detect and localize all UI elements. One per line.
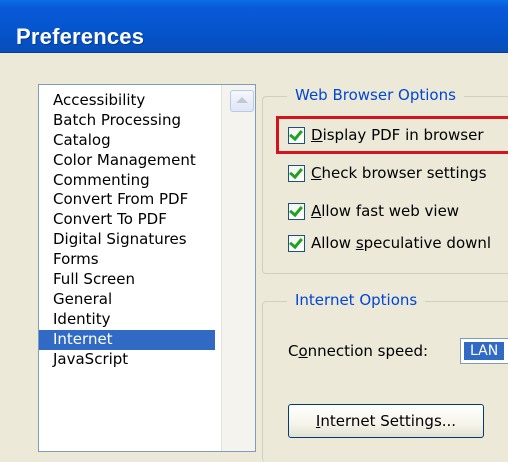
- category-item-digital-signatures[interactable]: Digital Signatures: [39, 230, 215, 250]
- category-item-accessibility[interactable]: Accessibility: [39, 91, 215, 111]
- check-browser-settings-label: Check browser settings: [311, 164, 487, 182]
- internet-settings-button-label: Internet Settings...: [315, 412, 457, 430]
- internet-options-legend: Internet Options: [287, 291, 426, 309]
- chevron-up-icon: [236, 97, 248, 103]
- window-title: Preferences: [16, 24, 145, 49]
- check-browser-settings-checkbox[interactable]: Check browser settings: [288, 162, 487, 184]
- category-item-javascript[interactable]: JavaScript: [39, 350, 215, 370]
- checkbox-box[interactable]: [288, 164, 305, 182]
- display-pdf-in-browser-checkbox[interactable]: Display PDF in browser: [288, 124, 484, 146]
- categories-list[interactable]: Accessibility Batch Processing Catalog C…: [38, 84, 256, 452]
- categories-items: Accessibility Batch Processing Catalog C…: [39, 91, 215, 369]
- connection-speed-label: Connection speed:: [288, 342, 429, 360]
- category-item-identity[interactable]: Identity: [39, 310, 215, 330]
- category-item-commenting[interactable]: Commenting: [39, 171, 215, 191]
- category-item-convert-from-pdf[interactable]: Convert From PDF: [39, 190, 215, 210]
- allow-speculative-downloading-checkbox[interactable]: Allow speculative downl: [288, 232, 491, 254]
- allow-speculative-downloading-label: Allow speculative downl: [311, 234, 492, 252]
- allow-fast-web-view-label: Allow fast web view: [311, 202, 460, 220]
- scroll-up-button[interactable]: [230, 90, 254, 112]
- checkmark-icon: [289, 164, 303, 179]
- category-item-convert-to-pdf[interactable]: Convert To PDF: [39, 210, 215, 230]
- title-bar[interactable]: Preferences: [0, 0, 508, 53]
- categories-scrollbar[interactable]: [221, 85, 255, 451]
- checkmark-icon: [289, 126, 303, 141]
- category-item-internet[interactable]: Internet: [39, 329, 215, 350]
- category-item-batch-processing[interactable]: Batch Processing: [39, 111, 215, 131]
- checkmark-icon: [289, 234, 303, 249]
- connection-speed-value: LAN: [464, 342, 505, 360]
- internet-settings-button[interactable]: Internet Settings...: [288, 404, 484, 438]
- checkmark-icon: [289, 202, 303, 217]
- category-item-forms[interactable]: Forms: [39, 250, 215, 270]
- category-item-full-screen[interactable]: Full Screen: [39, 270, 215, 290]
- checkbox-box[interactable]: [288, 202, 305, 220]
- allow-fast-web-view-checkbox[interactable]: Allow fast web view: [288, 200, 459, 222]
- web-browser-options-legend: Web Browser Options: [287, 86, 464, 104]
- category-item-color-management[interactable]: Color Management: [39, 151, 215, 171]
- checkbox-box[interactable]: [288, 126, 305, 144]
- checkbox-box[interactable]: [288, 234, 305, 252]
- category-item-general[interactable]: General: [39, 290, 215, 310]
- connection-speed-select[interactable]: LAN: [460, 338, 508, 364]
- category-item-catalog[interactable]: Catalog: [39, 131, 215, 151]
- display-pdf-in-browser-label: Display PDF in browser: [311, 126, 484, 144]
